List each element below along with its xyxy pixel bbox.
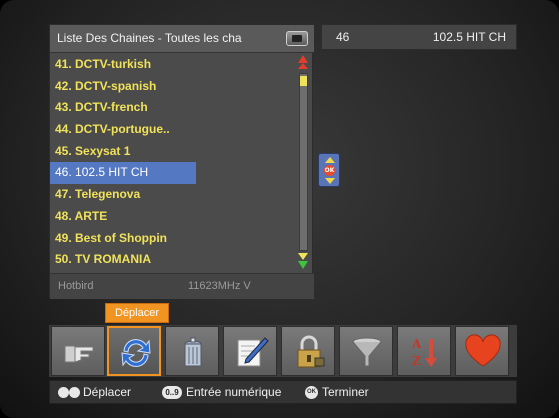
tv-icon — [286, 31, 308, 46]
arrow-down-icon — [325, 178, 335, 184]
help-move-label: Déplacer — [83, 385, 132, 399]
ok-key-icon: OK — [305, 386, 318, 399]
tool-tooltip: Déplacer — [105, 303, 169, 323]
channel-row[interactable]: 48. ARTE — [50, 206, 296, 228]
help-finish-label: Terminer — [322, 385, 369, 399]
frequency-readout: 11623MHz V — [188, 280, 251, 292]
list-scrollbar[interactable] — [297, 55, 310, 271]
page-up-icon[interactable] — [298, 55, 308, 63]
move-arrows-icon — [121, 339, 151, 367]
lock-tool-button[interactable] — [281, 326, 335, 376]
rename-tool-button[interactable] — [223, 326, 277, 376]
ok-icon: OK — [324, 165, 335, 176]
satellite-name: Hotbird — [58, 280, 94, 292]
sort-az-icon: A Z — [411, 337, 437, 368]
move-tool-button[interactable] — [107, 326, 161, 376]
page-up-icon — [298, 63, 308, 69]
channel-list-header: Liste Des Chaines - Toutes les cha — [50, 25, 314, 53]
scroll-down-icon[interactable] — [298, 253, 308, 260]
trash-icon — [184, 337, 202, 367]
channel-info-panel: 46 102.5 HIT CH — [321, 24, 517, 50]
channel-list-panel: Liste Des Chaines - Toutes les cha 41. D… — [49, 24, 314, 299]
list-footer: Hotbird 11623MHz V — [50, 273, 314, 299]
hand-tool-button[interactable] — [51, 326, 105, 376]
svg-text:A: A — [411, 337, 422, 351]
delete-tool-button[interactable] — [165, 326, 219, 376]
hand-pointer-icon — [64, 345, 94, 363]
filter-funnel-icon — [352, 337, 382, 367]
number-keys-icon: 0..9 — [162, 386, 182, 399]
channel-row[interactable]: 45. Sexysat 1 — [50, 141, 296, 163]
up-down-keys-icon — [58, 387, 80, 399]
filter-tool-button[interactable] — [339, 326, 393, 376]
channel-name: 102.5 HIT CH — [432, 30, 506, 44]
channel-row[interactable]: 41. DCTV-turkish — [50, 54, 296, 76]
edit-pen-icon — [237, 337, 269, 367]
edit-toolbar: A Z — [49, 325, 517, 377]
channel-row[interactable]: 47. Telegenova — [50, 184, 296, 206]
channel-number: 46 — [336, 30, 350, 44]
favorite-tool-button[interactable] — [455, 326, 509, 376]
arrow-up-icon — [325, 157, 335, 163]
channel-rows: 41. DCTV-turkish 42. DCTV-spanish 43. DC… — [50, 54, 296, 271]
channel-row[interactable]: 44. DCTV-portugue.. — [50, 119, 296, 141]
channel-row[interactable]: 42. DCTV-spanish — [50, 76, 296, 98]
channel-row[interactable]: 43. DCTV-french — [50, 97, 296, 119]
help-bar: Déplacer 0..9 Entrée numérique OK Termin… — [49, 380, 517, 404]
scroll-thumb[interactable] — [300, 76, 307, 86]
page-down-icon[interactable] — [298, 261, 308, 269]
channel-row[interactable]: 50. TV ROMANIA — [50, 249, 296, 271]
ok-move-pad[interactable]: OK — [318, 153, 340, 187]
channel-row[interactable]: 49. Best of Shoppin — [50, 228, 296, 250]
scroll-track[interactable] — [299, 73, 308, 251]
channel-list-title: Liste Des Chaines - Toutes les cha — [57, 31, 242, 45]
lock-icon — [297, 335, 325, 368]
sort-tool-button[interactable]: A Z — [397, 326, 451, 376]
channel-row-selected[interactable]: 46. 102.5 HIT CH — [50, 162, 196, 185]
tv-screen: Liste Des Chaines - Toutes les cha 41. D… — [0, 0, 559, 418]
help-number-label: Entrée numérique — [186, 385, 282, 399]
favorite-heart-icon — [465, 334, 501, 367]
svg-text:Z: Z — [412, 354, 421, 368]
